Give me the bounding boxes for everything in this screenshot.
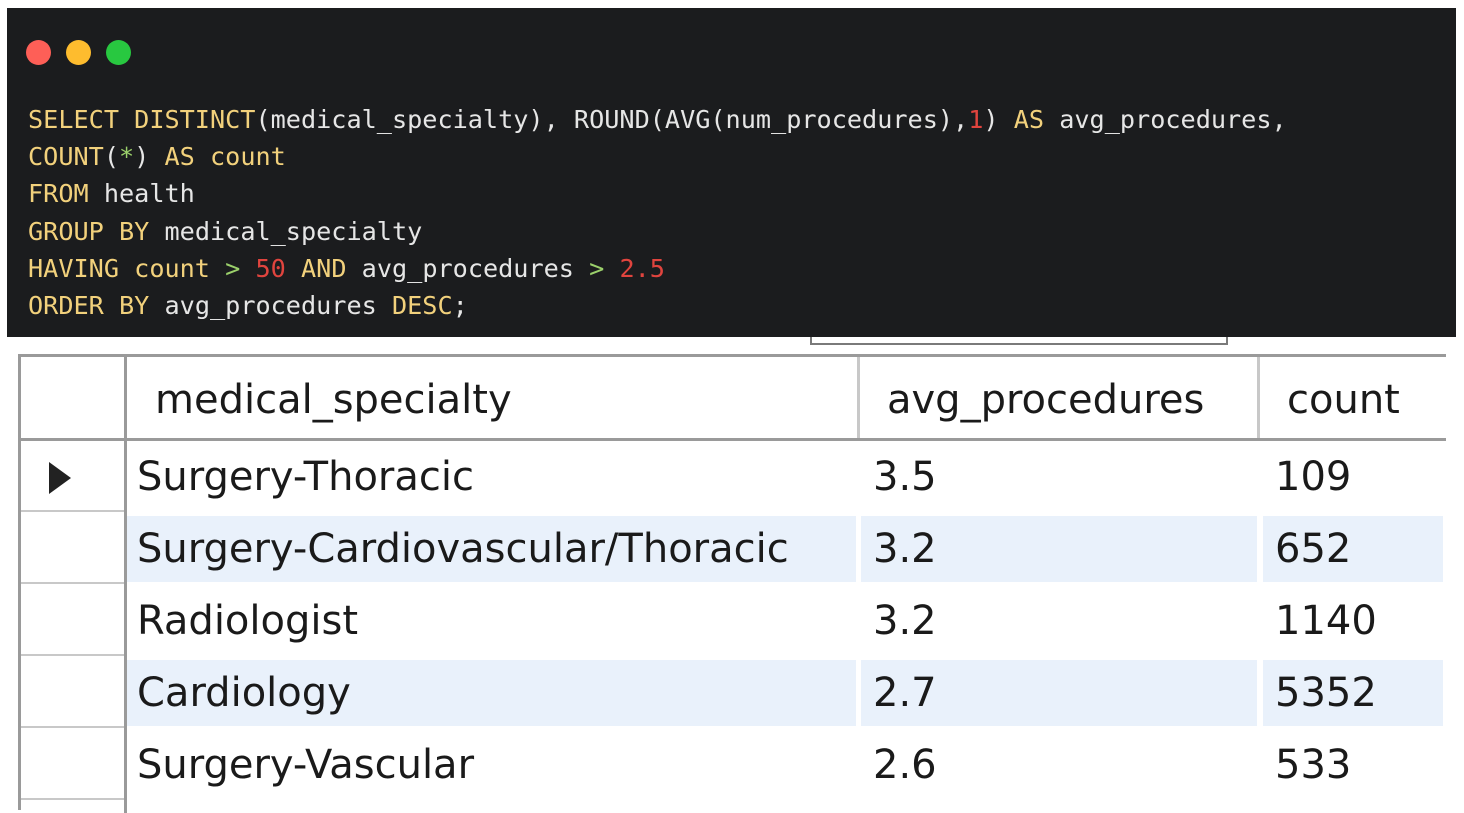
code-token: DESC: [391, 290, 453, 320]
code-token: AND: [285, 253, 347, 283]
code-token: avg_procedures: [149, 290, 392, 320]
code-token: 2.5: [619, 253, 665, 283]
table-cell-count[interactable]: 109: [1263, 444, 1443, 510]
code-token: ORDER BY: [28, 290, 150, 320]
close-window-button[interactable]: [26, 40, 51, 65]
row-selector[interactable]: [21, 586, 124, 656]
code-token: health: [88, 179, 195, 209]
table-cell-medical-specialty[interactable]: Radiologist: [127, 588, 856, 654]
table-row[interactable]: Cardiology 2.7 5352: [127, 660, 1446, 726]
row-header-corner[interactable]: [21, 357, 124, 438]
code-token: 1: [968, 105, 984, 134]
code-token: GROUP BY: [28, 216, 150, 246]
table-row[interactable]: Surgery-Cardiovascular/Thoracic 3.2 652: [127, 516, 1446, 582]
code-token: FROM: [28, 179, 89, 209]
row-selector[interactable]: [21, 442, 124, 512]
table-cell-medical-specialty[interactable]: Surgery-Cardiovascular/Thoracic: [127, 516, 856, 582]
splitter-handle[interactable]: [810, 337, 1228, 345]
table-cell-count[interactable]: 652: [1263, 516, 1443, 582]
column-divider: [857, 357, 860, 438]
table-cell-count[interactable]: 5352: [1263, 660, 1443, 726]
code-line: HAVING count > 50 AND avg_procedures > 2…: [28, 250, 1287, 287]
table-cell-count[interactable]: 1140: [1263, 588, 1443, 654]
code-token: avg_procedures: [346, 253, 574, 283]
table-cell-medical-specialty[interactable]: Surgery-Thoracic: [127, 444, 856, 510]
code-token: avg_procedures,: [1044, 105, 1287, 134]
code-token: SELECT DISTINCT: [28, 105, 256, 134]
minimize-window-button[interactable]: [66, 40, 91, 65]
table-row[interactable]: Surgery-Vascular 2.6 533: [127, 732, 1446, 798]
code-token: ): [134, 142, 165, 172]
table-row[interactable]: Radiologist 3.2 1140: [127, 588, 1446, 654]
result-grid: medical_specialty avg_procedures count S…: [18, 354, 1446, 813]
table-cell-medical-specialty[interactable]: Surgery-Vascular: [127, 732, 856, 798]
table-cell-avg-procedures[interactable]: 3.2: [861, 516, 1257, 582]
column-header-medical-specialty[interactable]: medical_specialty: [155, 357, 512, 438]
column-header-avg-procedures[interactable]: avg_procedures: [887, 357, 1204, 438]
code-token: COUNT: [28, 142, 104, 172]
column-divider: [1257, 357, 1260, 438]
code-editor-window: SELECT DISTINCT(medical_specialty), ROUN…: [7, 8, 1456, 337]
row-selector[interactable]: [21, 730, 124, 800]
sql-query[interactable]: SELECT DISTINCT(medical_specialty), ROUN…: [28, 101, 1287, 324]
table-cell-avg-procedures[interactable]: 2.6: [861, 732, 1257, 798]
code-token: AS: [1013, 105, 1045, 134]
row-selector[interactable]: [21, 514, 124, 584]
code-token: HAVING count: [28, 253, 210, 283]
code-line: SELECT DISTINCT(medical_specialty), ROUN…: [28, 101, 1287, 138]
code-token: AS count: [164, 142, 286, 172]
window-controls: [26, 40, 131, 65]
column-header-count[interactable]: count: [1287, 357, 1400, 438]
table-cell-avg-procedures[interactable]: 3.2: [861, 588, 1257, 654]
code-token: >: [209, 253, 256, 283]
current-row-arrow-icon: [49, 462, 71, 494]
table-cell-medical-specialty[interactable]: Cardiology: [127, 660, 856, 726]
table-row[interactable]: Surgery-Thoracic 3.5 109: [127, 444, 1446, 510]
code-token: *: [119, 142, 135, 172]
zoom-window-button[interactable]: [106, 40, 131, 65]
code-token: (: [103, 142, 119, 172]
code-token: 50: [255, 253, 286, 283]
code-line: FROM health: [28, 175, 1287, 212]
table-cell-count[interactable]: 533: [1263, 732, 1443, 798]
code-token: medical_specialty: [149, 216, 423, 246]
row-selector[interactable]: [21, 658, 124, 728]
table-cell-avg-procedures[interactable]: 3.5: [861, 444, 1257, 510]
column-divider: [124, 357, 127, 438]
code-token: (medical_specialty), ROUND(AVG(num_proce…: [255, 105, 969, 134]
table-cell-avg-procedures[interactable]: 2.7: [861, 660, 1257, 726]
grid-header: medical_specialty avg_procedures count: [21, 357, 1446, 441]
code-line: GROUP BY medical_specialty: [28, 213, 1287, 250]
code-token: ): [983, 105, 1014, 134]
code-token: ;: [452, 290, 468, 320]
code-line: ORDER BY avg_procedures DESC;: [28, 287, 1287, 324]
code-line: COUNT(*) AS count: [28, 138, 1287, 175]
code-token: >: [573, 253, 620, 283]
